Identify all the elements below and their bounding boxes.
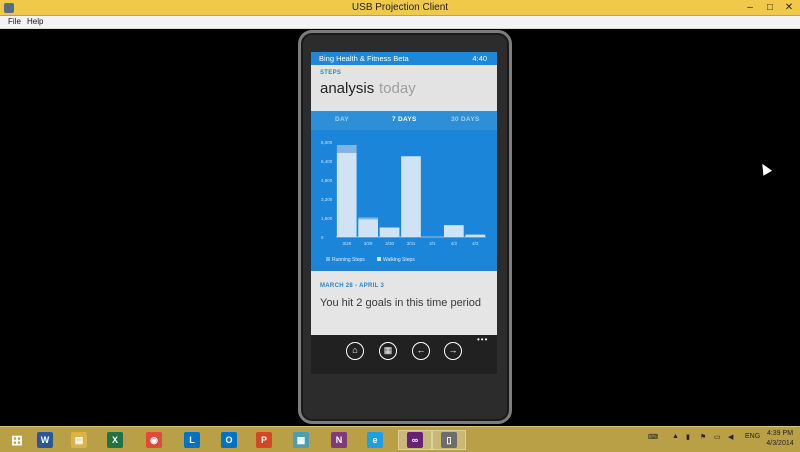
more-options-icon[interactable]: ••• <box>477 335 488 344</box>
legend-running-label: Running Steps <box>332 257 365 263</box>
steps-chart: 8,000 6,400 4,800 3,200 1,600 0 3/28 3/29 3/30 3/… <box>311 130 497 271</box>
home-icon[interactable]: ⌂ <box>346 342 364 360</box>
walking-bar <box>358 219 378 237</box>
forward-arrow-icon[interactable]: → <box>444 342 462 360</box>
outlook-icon: O <box>221 432 237 448</box>
window-title: USB Projection Client <box>351 2 449 13</box>
taskbar-project-app[interactable]: ▦ <box>284 430 318 450</box>
taskbar: ⊞ W ▤ X ◉ L O P ▦ Ne ∞ ▯ ⌨ ▲ ▮ ⚑ ▭ ◀ ENG 4:39 PM 4/… <box>0 426 800 452</box>
chrome-icon: ◉ <box>146 432 162 448</box>
legend-running-swatch <box>326 257 330 261</box>
y-tick-label: 4,800 <box>321 178 333 183</box>
app-bar: ⌂ ▦ ← → ••• <box>311 335 497 374</box>
summary-panel: MARCH 28 - APRIL 3 You hit 2 goals in th… <box>311 271 497 335</box>
taskbar-visual-studio[interactable]: ∞ <box>398 430 432 450</box>
volume-icon[interactable]: ◀ <box>728 433 733 441</box>
tab-7-days[interactable]: 7 DAYS <box>392 116 417 123</box>
mouse-cursor-icon <box>757 161 773 176</box>
x-tick-label: 4/3 <box>472 241 479 246</box>
network-icon[interactable]: ▮ <box>686 433 690 441</box>
legend-walking-label: Walking Steps <box>383 257 415 263</box>
action-center-icon[interactable]: ⚑ <box>700 433 706 441</box>
window-titlebar: USB Projection Client – □ ✕ <box>0 0 800 16</box>
pivot-analysis[interactable]: analysis <box>320 80 374 97</box>
x-tick-label: 4/2 <box>451 241 458 246</box>
back-arrow-icon[interactable]: ← <box>412 342 430 360</box>
system-clock[interactable]: 4:39 PM 4/3/2014 <box>762 429 798 449</box>
maximize-button[interactable]: □ <box>760 1 780 14</box>
summary-range: MARCH 28 - APRIL 3 <box>320 283 385 289</box>
project-app-icon: ▦ <box>293 432 309 448</box>
clock-date: 4/3/2014 <box>766 440 794 447</box>
usb-projection-client-icon: ▯ <box>441 432 457 448</box>
close-button[interactable]: ✕ <box>779 1 799 14</box>
pivot-today[interactable]: today <box>379 80 416 97</box>
running-bar <box>336 144 357 153</box>
x-tick-label: 4/1 <box>429 241 436 246</box>
y-tick-label: 0 <box>321 235 324 240</box>
menu-help[interactable]: Help <box>27 17 43 26</box>
y-tick-label: 6,400 <box>321 159 333 164</box>
show-hidden-icons-icon[interactable]: ▲ <box>672 433 679 440</box>
walking-bar <box>444 225 464 237</box>
file-explorer-icon: ▤ <box>71 432 87 448</box>
x-tick-label: 3/28 <box>342 241 351 246</box>
taskbar-onenote[interactable]: N <box>322 430 356 450</box>
running-bar <box>358 217 378 220</box>
tab-30-days[interactable]: 30 DAYS <box>451 116 480 123</box>
x-tick-label: 3/29 <box>364 241 373 246</box>
taskbar-lync[interactable]: L <box>175 430 209 450</box>
y-tick-label: 3,200 <box>321 197 333 202</box>
windows-start-icon: ⊞ <box>11 432 23 448</box>
walking-bar <box>379 227 400 237</box>
visual-studio-icon: ∞ <box>407 432 423 448</box>
keyboard-icon[interactable]: ⌨ <box>648 433 658 441</box>
taskbar-file-explorer[interactable]: ▤ <box>62 430 96 450</box>
taskbar-word[interactable]: W <box>28 430 62 450</box>
walking-bar <box>401 156 421 237</box>
taskbar-usb-projection-client[interactable]: ▯ <box>432 430 466 450</box>
taskbar-outlook[interactable]: O <box>212 430 246 450</box>
menu-file[interactable]: File <box>8 17 21 26</box>
phone-status-bar: Bing Health & Fitness Beta 4:40 <box>311 52 497 65</box>
summary-message: You hit 2 goals in this time period <box>320 297 482 309</box>
excel-icon: X <box>107 432 123 448</box>
language-indicator[interactable]: ENG <box>745 433 760 440</box>
taskbar-powerpoint[interactable]: P <box>247 430 281 450</box>
phone-clock: 4:40 <box>472 54 487 63</box>
legend-walking-swatch <box>377 257 381 261</box>
app-name: Bing Health & Fitness Beta <box>319 54 409 63</box>
x-tick-label: 3/30 <box>385 241 394 246</box>
minimize-button[interactable]: – <box>740 1 760 14</box>
walking-bar <box>465 234 486 237</box>
taskbar-excel[interactable]: X <box>98 430 132 450</box>
range-tabs: DAY 7 DAYS 30 DAYS <box>311 111 497 130</box>
onenote-icon: N <box>331 432 347 448</box>
lync-icon: L <box>184 432 200 448</box>
internet-explorer-icon: e <box>367 432 383 448</box>
calendar-icon[interactable]: ▦ <box>379 342 397 360</box>
walking-bar <box>336 152 357 237</box>
phone-screen: Bing Health & Fitness Beta 4:40 STEPS an… <box>311 52 497 374</box>
y-tick-label: 8,000 <box>321 140 333 145</box>
y-tick-label: 1,600 <box>321 216 333 221</box>
word-icon: W <box>37 432 53 448</box>
menu-bar: File Help <box>0 16 800 29</box>
x-tick-label: 3/31 <box>407 241 416 246</box>
steps-chart-svg: 8,000 6,400 4,800 3,200 1,600 0 3/28 3/29 3/30 3/… <box>321 140 486 263</box>
taskbar-chrome[interactable]: ◉ <box>137 430 171 450</box>
display-icon[interactable]: ▭ <box>714 433 721 441</box>
clock-time: 4:39 PM <box>766 430 794 437</box>
section-label: STEPS <box>320 70 342 76</box>
page-header: STEPS analysis today <box>311 65 497 111</box>
taskbar-internet-explorer[interactable]: e <box>358 430 392 450</box>
tab-day[interactable]: DAY <box>335 116 349 123</box>
powerpoint-icon: P <box>256 432 272 448</box>
